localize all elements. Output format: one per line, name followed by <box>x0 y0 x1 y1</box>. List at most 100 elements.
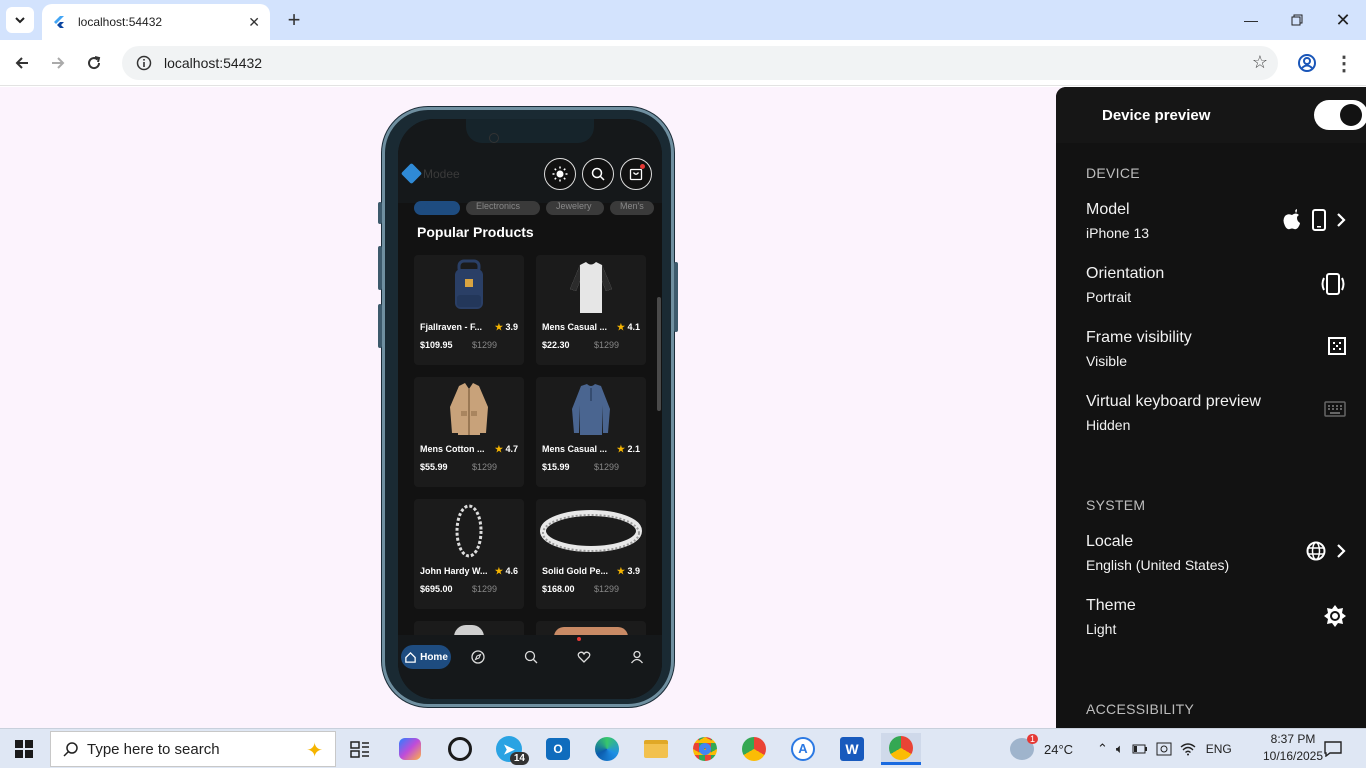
chevron-right-icon <box>1337 544 1346 558</box>
telegram-app[interactable]: ➤ 14 <box>489 733 529 765</box>
product-card[interactable]: Fjallraven - F... ★ 3.9 $109.95 $1299 <box>414 255 524 365</box>
mute-switch <box>378 202 382 224</box>
frame-value: Visible <box>1086 353 1127 369</box>
copilot-icon <box>399 738 421 760</box>
app-search-button[interactable] <box>582 158 614 190</box>
file-explorer-app[interactable] <box>636 733 676 765</box>
start-button[interactable] <box>0 729 48 769</box>
browser-tab[interactable]: localhost:54432 ✕ <box>42 4 270 40</box>
theme-row[interactable]: Theme Light <box>1086 597 1346 637</box>
section-title: Popular Products <box>417 224 534 240</box>
product-card[interactable]: John Hardy W... ★ 4.6 $695.00 $1299 <box>414 499 524 609</box>
model-row[interactable]: Model iPhone 13 <box>1086 201 1346 241</box>
edge-icon <box>595 737 619 761</box>
whatsapp-app[interactable] <box>440 733 480 765</box>
url-text: localhost:54432 <box>164 55 263 71</box>
windows-taskbar: Type here to search ✦ ➤ 14 O A W 1 24°C … <box>0 728 1366 768</box>
taskbar-clock[interactable]: 8:37 PM 10/16/2025 <box>1262 731 1324 765</box>
weather-icon: 1 <box>1010 734 1038 760</box>
logo-icon <box>400 162 423 185</box>
user-icon <box>630 650 644 664</box>
locale-row[interactable]: Locale English (United States) <box>1086 533 1346 573</box>
edge-app[interactable] <box>587 733 627 765</box>
reload-button[interactable] <box>81 50 107 76</box>
notification-center[interactable] <box>1324 729 1344 769</box>
chip-mens[interactable]: Men's <box>610 201 654 215</box>
folder-icon <box>644 740 668 758</box>
globe-icon <box>1306 541 1326 561</box>
temperature: 24°C <box>1044 741 1074 757</box>
theme-icons <box>1324 605 1346 627</box>
frame-visibility-row[interactable]: Frame visibility Visible <box>1086 329 1346 369</box>
tab-search-button[interactable] <box>6 7 34 33</box>
panel-title: Device preview <box>1102 106 1211 124</box>
chevron-down-icon <box>15 17 25 24</box>
product-card[interactable]: Mens Cotton ... ★ 4.7 $55.99 $1299 <box>414 377 524 487</box>
scrollbar-thumb[interactable] <box>657 297 661 411</box>
product-name: Solid Gold Pe... <box>542 566 609 576</box>
product-image-ring <box>540 503 642 559</box>
reload-icon <box>88 56 101 70</box>
word-app[interactable]: W <box>832 733 872 765</box>
bookmark-star-icon[interactable]: ☆ <box>1252 52 1268 73</box>
nav-favorites[interactable] <box>572 637 596 669</box>
forward-button[interactable] <box>45 50 71 76</box>
compass-icon <box>471 650 485 664</box>
chip-electronics[interactable]: Electronics <box>466 201 540 215</box>
close-window-button[interactable]: ✕ <box>1320 0 1366 40</box>
theme-label: Theme <box>1086 597 1136 614</box>
battery-icon[interactable] <box>1132 743 1148 755</box>
cart-button[interactable] <box>620 158 652 190</box>
search-icon <box>63 742 78 757</box>
virtual-keyboard-row[interactable]: Virtual keyboard preview Hidden <box>1086 393 1346 433</box>
address-bar[interactable]: localhost:54432 ☆ <box>122 46 1278 80</box>
date: 10/16/2025 <box>1262 749 1324 763</box>
product-name: Fjallraven - F... <box>420 322 483 332</box>
device-preview-toggle[interactable] <box>1314 100 1366 130</box>
orientation-icons <box>1320 273 1346 295</box>
chrome-profile-1-app[interactable] <box>685 733 725 765</box>
product-image-bracelet <box>434 503 504 559</box>
app-name: Modee <box>423 166 460 181</box>
new-tab-button[interactable]: + <box>282 8 306 32</box>
chip-all[interactable]: All <box>414 201 460 215</box>
nav-explore[interactable] <box>466 645 490 669</box>
chip-jewelery[interactable]: Jewelery <box>546 201 604 215</box>
copilot-app[interactable] <box>390 733 430 765</box>
orientation-row[interactable]: Orientation Portrait <box>1086 265 1346 305</box>
minimize-button[interactable]: — <box>1228 0 1274 40</box>
translate-app[interactable]: A <box>783 733 823 765</box>
nav-profile[interactable] <box>625 645 649 669</box>
app-logo: Modee <box>400 162 460 185</box>
restore-button[interactable] <box>1274 0 1320 40</box>
product-card[interactable]: Mens Casual ... ★ 4.1 $22.30 $1299 <box>536 255 646 365</box>
chrome-active-app[interactable] <box>881 733 921 765</box>
task-view-button[interactable] <box>340 733 380 765</box>
chevron-up-icon[interactable]: ⌃ <box>1097 741 1108 757</box>
language-indicator[interactable]: ENG <box>1206 742 1232 756</box>
product-image-raglan-shirt <box>556 259 626 315</box>
browser-menu-icon[interactable]: ⋮ <box>1332 51 1356 75</box>
outlook-app[interactable]: O <box>538 733 578 765</box>
product-old-price: $1299 <box>594 340 620 350</box>
chrome-profile-2-app[interactable] <box>734 733 774 765</box>
browser-tab-bar: localhost:54432 ✕ + — ✕ <box>0 0 1366 40</box>
back-button[interactable] <box>9 50 35 76</box>
browser-toolbar: localhost:54432 ☆ ⋮ <box>0 40 1366 86</box>
taskbar-search[interactable]: Type here to search ✦ <box>50 731 336 767</box>
meet-now-icon[interactable] <box>1156 742 1172 756</box>
product-price: $168.00 <box>542 584 575 594</box>
close-tab-icon[interactable]: ✕ <box>248 14 260 31</box>
wifi-icon[interactable] <box>1180 742 1196 756</box>
theme-toggle-button[interactable] <box>544 158 576 190</box>
nav-search[interactable] <box>519 645 543 669</box>
volume-icon[interactable]: 🔈︎ <box>1116 741 1124 757</box>
nav-home[interactable]: Home <box>401 645 451 669</box>
weather-widget[interactable]: 1 24°C <box>1010 729 1073 769</box>
weather-badge: 1 <box>1026 734 1038 744</box>
product-card[interactable]: Mens Casual ... ★ 2.1 $15.99 $1299 <box>536 377 646 487</box>
product-rating: ★ 3.9 <box>616 566 640 576</box>
profile-icon[interactable] <box>1295 51 1319 75</box>
product-card[interactable]: Solid Gold Pe... ★ 3.9 $168.00 $1299 <box>536 499 646 609</box>
product-image-backpack <box>434 259 504 315</box>
